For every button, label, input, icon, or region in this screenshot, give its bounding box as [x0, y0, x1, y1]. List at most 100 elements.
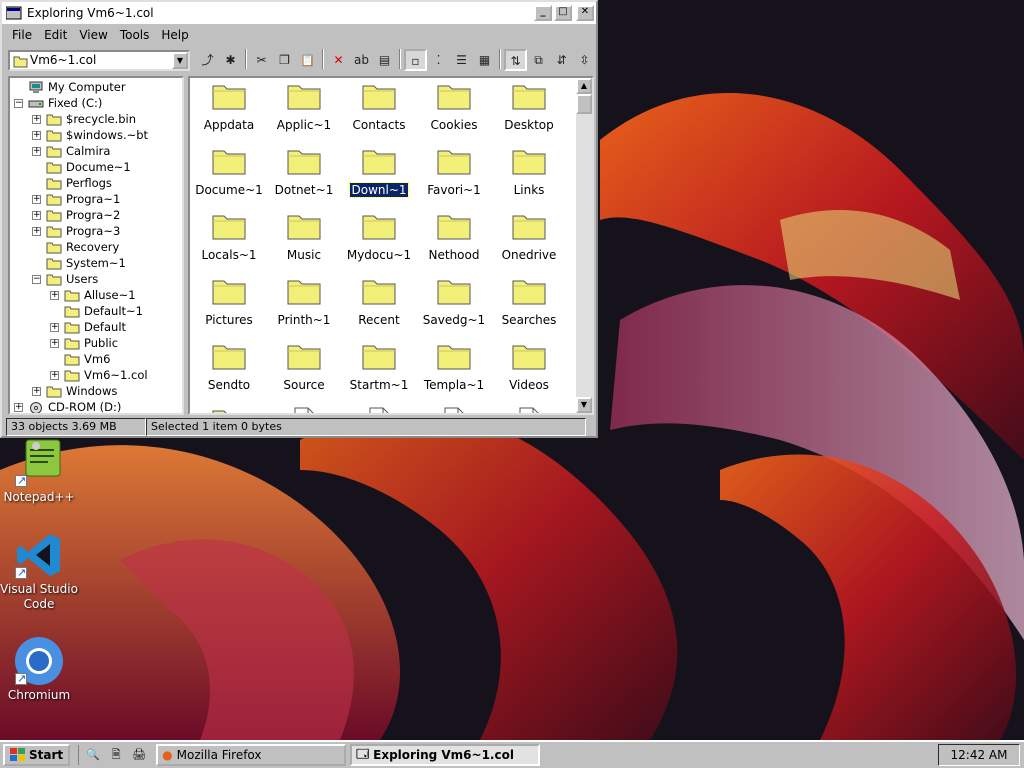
explorer-icon[interactable]: 🔍	[83, 745, 103, 765]
large-icons-view-icon[interactable]: ▫	[404, 49, 427, 71]
expand-icon[interactable]: +	[32, 226, 41, 236]
vertical-scrollbar[interactable]: ▲ ▼	[576, 78, 592, 413]
scroll-up-button[interactable]: ▲	[576, 78, 592, 94]
copy-icon[interactable]: ❐	[273, 49, 296, 71]
expand-icon[interactable]: +	[32, 130, 41, 140]
folder-item[interactable]: Startm~1	[341, 342, 417, 392]
tree-item[interactable]: Default~1	[50, 303, 143, 319]
tree-item[interactable]: Recovery	[32, 239, 119, 255]
menu-edit[interactable]: Edit	[38, 26, 73, 44]
folder-item[interactable]: Appdata	[191, 82, 267, 132]
file-item[interactable]	[266, 407, 342, 413]
start-button[interactable]: Start	[3, 744, 71, 766]
tree-item[interactable]: System~1	[32, 255, 126, 271]
file-item[interactable]	[341, 407, 417, 413]
tree-item[interactable]: + $windows.~bt	[32, 127, 148, 143]
up-folder-icon[interactable]: ⤴	[196, 49, 219, 71]
sort-type-icon[interactable]: ⧉	[527, 49, 550, 71]
tree-item[interactable]: + Alluse~1	[50, 287, 136, 303]
folder-item[interactable]: Nethood	[416, 212, 492, 262]
folder-item[interactable]: Downl~1	[341, 147, 417, 198]
folder-item[interactable]: Locals~1	[191, 212, 267, 262]
menu-tools[interactable]: Tools	[114, 26, 156, 44]
collapse-icon[interactable]: −	[32, 274, 41, 284]
run-icon[interactable]: 🖨	[129, 745, 149, 765]
sort-date-icon[interactable]: ⇳	[573, 49, 596, 71]
menu-file[interactable]: File	[6, 26, 38, 44]
title-bar[interactable]: Exploring Vm6~1.col _ □ ✕	[2, 2, 596, 24]
tree-item[interactable]: My Computer	[14, 79, 126, 95]
minimize-button[interactable]: _	[534, 5, 552, 21]
folder-item[interactable]: Links	[491, 147, 567, 197]
map-drive-icon[interactable]: ✱	[219, 49, 242, 71]
folder-item[interactable]: Applic~1	[266, 82, 342, 132]
folder-tree[interactable]: My Computer − Fixed (C:) + $recycle.bin + $win…	[8, 76, 184, 415]
folder-item[interactable]: Printh~1	[266, 277, 342, 327]
list-view-icon[interactable]: ☰	[450, 49, 473, 71]
tree-item[interactable]: + Default	[50, 319, 126, 335]
folder-item[interactable]: Videos	[491, 342, 567, 392]
paste-icon[interactable]: 📋	[296, 49, 319, 71]
delete-icon[interactable]: ✕	[327, 49, 350, 71]
tree-item[interactable]: Vm6	[50, 351, 110, 367]
folder-item[interactable]: Contacts	[341, 82, 417, 132]
small-icons-view-icon[interactable]: ⁚	[427, 49, 450, 71]
folder-item[interactable]: Savedg~1	[416, 277, 492, 327]
folder-item[interactable]: Searches	[491, 277, 567, 327]
find-icon[interactable]: 🗎	[106, 745, 126, 765]
cut-icon[interactable]: ✂	[250, 49, 273, 71]
expand-icon[interactable]: +	[32, 210, 41, 220]
tree-item[interactable]: − Users	[32, 271, 98, 287]
folder-item[interactable]: Favori~1	[416, 147, 492, 197]
scroll-down-button[interactable]: ▼	[576, 397, 592, 413]
expand-icon[interactable]: +	[50, 338, 59, 348]
folder-item[interactable]: Mydocu~1	[341, 212, 417, 262]
details-view-icon[interactable]: ▦	[473, 49, 496, 71]
expand-icon[interactable]: +	[50, 370, 59, 380]
tree-item[interactable]: Docume~1	[32, 159, 131, 175]
folder-item[interactable]: Dotnet~1	[266, 147, 342, 197]
tree-item[interactable]: + CD-ROM (D:)	[14, 399, 121, 413]
tree-item[interactable]: + Progra~3	[32, 223, 120, 239]
folder-item[interactable]: Music	[266, 212, 342, 262]
properties-icon[interactable]: ▤	[373, 49, 396, 71]
expand-icon[interactable]: +	[32, 146, 41, 156]
folder-item[interactable]: Templa~1	[416, 342, 492, 392]
menu-help[interactable]: Help	[155, 26, 194, 44]
folder-item[interactable]	[191, 407, 267, 413]
expand-icon[interactable]: +	[32, 386, 41, 396]
tree-item[interactable]: + Progra~1	[32, 191, 120, 207]
task-firefox[interactable]: ● Mozilla Firefox	[156, 744, 347, 766]
maximize-button[interactable]: □	[554, 5, 572, 21]
desktop-icon-chromium[interactable]: Chromium	[0, 636, 78, 703]
expand-icon[interactable]: +	[14, 402, 23, 412]
expand-icon[interactable]: +	[32, 194, 41, 204]
folder-item[interactable]: Pictures	[191, 277, 267, 327]
expand-icon[interactable]: +	[50, 290, 59, 300]
close-button[interactable]: ✕	[576, 5, 594, 21]
scroll-thumb[interactable]	[576, 94, 592, 114]
expand-icon[interactable]: +	[50, 322, 59, 332]
tree-item[interactable]: + $recycle.bin	[32, 111, 136, 127]
folder-item[interactable]: Docume~1	[191, 147, 267, 197]
desktop-icon-notepadpp[interactable]: Notepad++	[0, 438, 78, 505]
tree-item[interactable]: + Calmira	[32, 143, 110, 159]
tree-item[interactable]: + Public	[50, 335, 118, 351]
collapse-icon[interactable]: −	[14, 98, 23, 108]
tree-item[interactable]: + Windows	[32, 383, 117, 399]
file-item[interactable]	[416, 407, 492, 413]
tree-item[interactable]: + Vm6~1.col	[50, 367, 148, 383]
file-list[interactable]: Videos Templa~1 Startm~1 Source Sendto Search…	[188, 76, 594, 415]
tree-item[interactable]: + Progra~2	[32, 207, 120, 223]
task-explorer[interactable]: 🗔 Exploring Vm6~1.col	[350, 744, 541, 766]
folder-item[interactable]: Recent	[341, 277, 417, 327]
sort-size-icon[interactable]: ⇵	[550, 49, 573, 71]
address-combo[interactable]: Vm6~1.col ▼	[8, 49, 190, 71]
folder-item[interactable]: Cookies	[416, 82, 492, 132]
sort-name-icon[interactable]: ⇅	[504, 49, 527, 71]
file-item[interactable]	[491, 407, 567, 413]
expand-icon[interactable]: +	[32, 114, 41, 124]
folder-item[interactable]: Onedrive	[491, 212, 567, 262]
chevron-down-icon[interactable]: ▼	[172, 51, 188, 69]
folder-item[interactable]: Desktop	[491, 82, 567, 132]
